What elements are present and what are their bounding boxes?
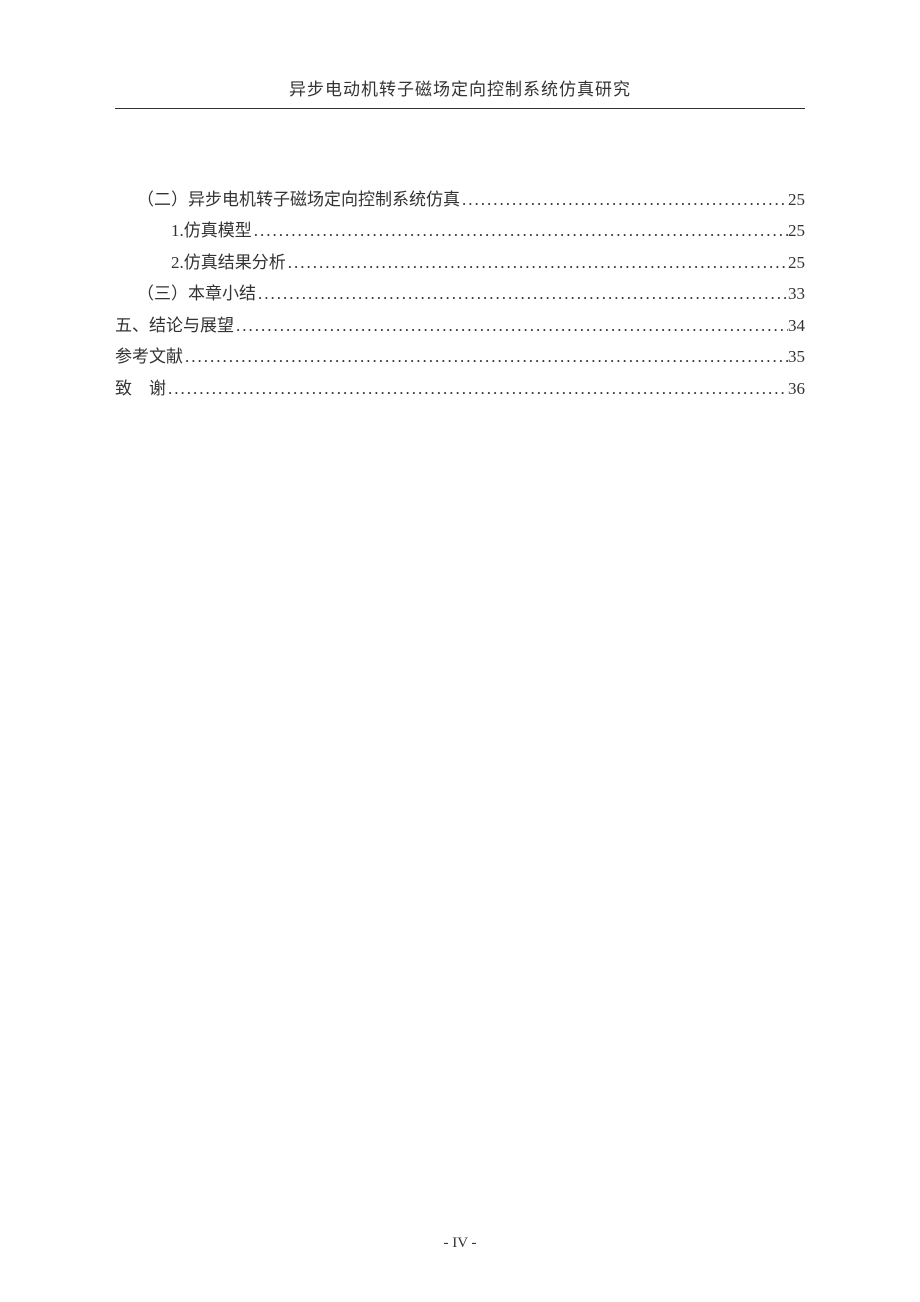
toc-leader-dots [252,215,788,246]
toc-label: （二）异步电机转子磁场定向控制系统仿真 [137,184,460,215]
toc-label: 1.仿真模型 [171,215,252,246]
page-header-title: 异步电动机转子磁场定向控制系统仿真研究 [115,75,805,100]
toc-leader-dots [166,373,788,404]
toc-leader-dots [286,247,788,278]
toc-label: 2.仿真结果分析 [171,247,286,278]
toc-leader-dots [256,278,788,309]
toc-label: 参考文献 [115,341,183,372]
toc-entry: （二）异步电机转子磁场定向控制系统仿真 25 [115,184,805,215]
toc-leader-dots [460,184,788,215]
toc-page-number: 25 [788,215,805,246]
page-footer-number: - IV - [0,1235,920,1252]
toc-entry: 五、结论与展望 34 [115,310,805,341]
toc-entry: 2.仿真结果分析 25 [115,247,805,278]
toc-entry: 致 谢 36 [115,373,805,404]
toc-label-acknowledgements: 致 谢 [115,373,166,404]
toc-page-number: 34 [788,310,805,341]
toc-page-number: 33 [788,278,805,309]
toc-label: （三）本章小结 [137,278,256,309]
toc-entry: 1.仿真模型 25 [115,215,805,246]
toc-entry: （三）本章小结 33 [115,278,805,309]
toc-label: 五、结论与展望 [115,310,234,341]
header-divider [115,108,805,109]
document-page: 异步电动机转子磁场定向控制系统仿真研究 （二）异步电机转子磁场定向控制系统仿真 … [0,0,920,404]
toc-leader-dots [234,310,788,341]
toc-page-number: 25 [788,247,805,278]
toc-entry: 参考文献 35 [115,341,805,372]
toc-page-number: 35 [788,341,805,372]
table-of-contents: （二）异步电机转子磁场定向控制系统仿真 25 1.仿真模型 25 2.仿真结果分… [115,184,805,404]
toc-page-number: 25 [788,184,805,215]
toc-leader-dots [183,341,788,372]
toc-page-number: 36 [788,373,805,404]
